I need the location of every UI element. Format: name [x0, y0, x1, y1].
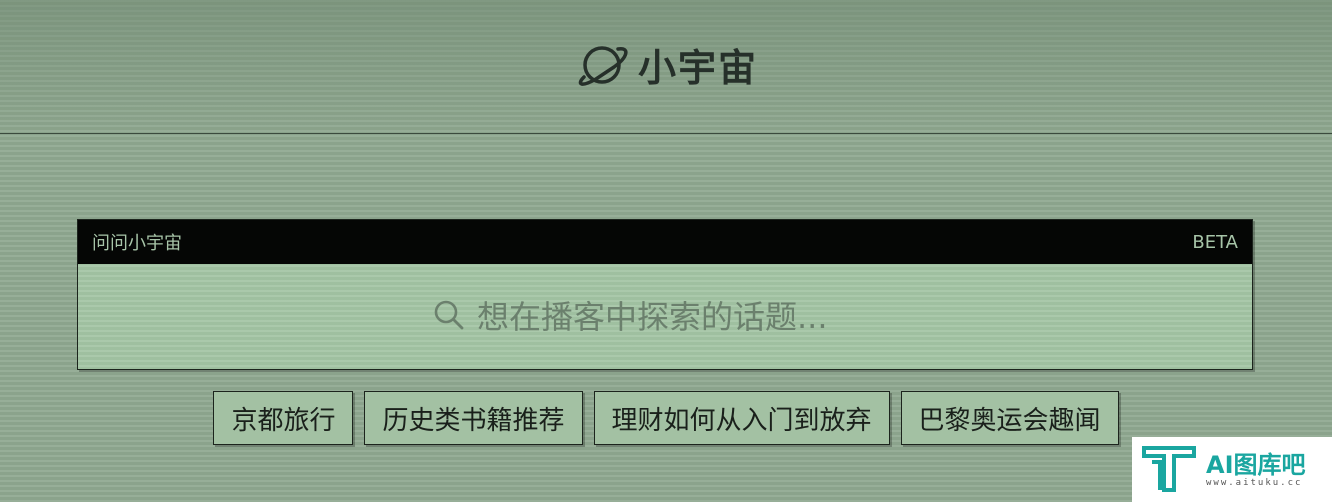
brand-name: 小宇宙	[637, 46, 758, 90]
ask-panel-title: 问问小宇宙	[92, 233, 182, 254]
ask-panel-header: 问问小宇宙 BETA	[78, 220, 1252, 264]
suggestion-chip-finance[interactable]: 理财如何从入门到放弃	[593, 391, 890, 445]
suggestion-chip-paris-olympics[interactable]: 巴黎奥运会趣闻	[900, 391, 1119, 445]
watermark-logo-icon	[1140, 442, 1198, 498]
brand-logo[interactable]: 小宇宙	[574, 37, 758, 92]
suggestion-chip-kyoto[interactable]: 京都旅行	[213, 391, 354, 445]
site-header: 小宇宙	[0, 0, 1332, 134]
ask-panel: 问问小宇宙 BETA	[77, 219, 1253, 370]
suggestion-chip-history-books[interactable]: 历史类书籍推荐	[364, 391, 583, 445]
watermark: AI图库吧 www.aituku.cc	[1132, 437, 1332, 502]
watermark-url: www.aituku.cc	[1206, 477, 1303, 488]
search-icon	[433, 299, 465, 335]
beta-badge: BETA	[1192, 231, 1238, 253]
search-input[interactable]	[477, 297, 897, 336]
search-box[interactable]	[78, 264, 1252, 369]
watermark-title: AI图库吧	[1206, 450, 1306, 479]
planet-icon	[574, 41, 630, 89]
